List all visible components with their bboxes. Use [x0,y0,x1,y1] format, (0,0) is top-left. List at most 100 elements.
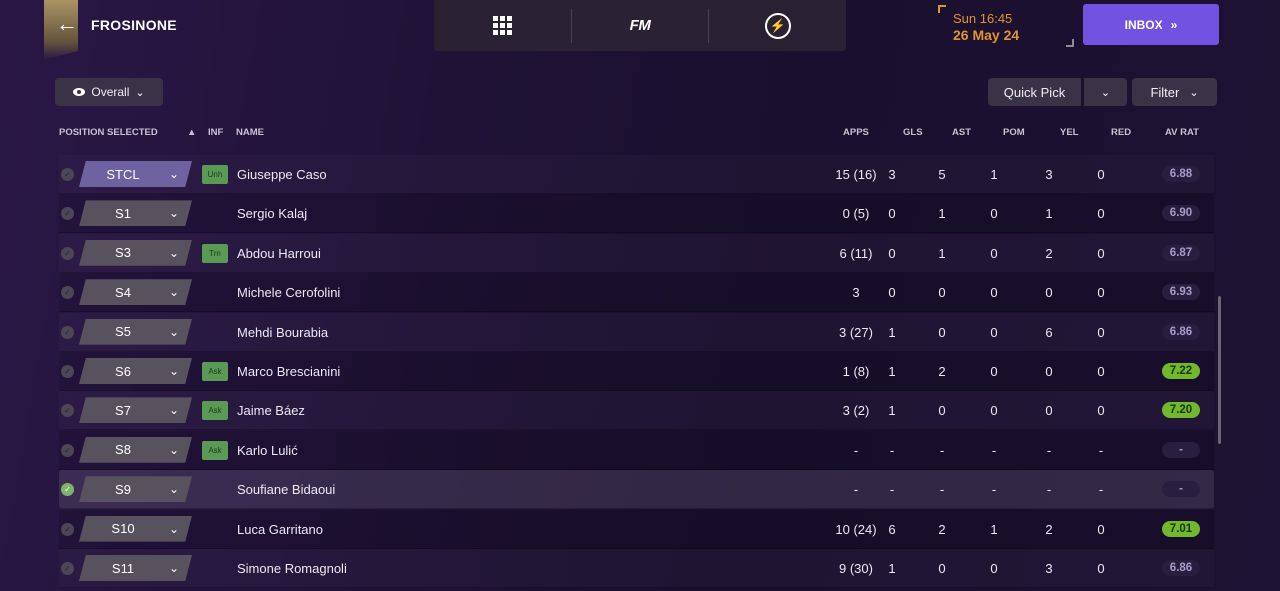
quick-pick-dropdown[interactable]: ⌄ [1084,78,1127,106]
header-pom[interactable]: POM [1003,127,1025,138]
stat-red: 0 [1097,403,1105,419]
top-navigation: FM ⚡ [434,0,846,51]
fm-home-button[interactable]: FM [572,0,709,51]
check-icon[interactable]: ✓ [61,483,74,497]
header-gls[interactable]: GLS [903,127,923,138]
check-icon[interactable]: ✓ [61,207,74,221]
position-dropdown[interactable]: S11 ⌄ [79,555,192,581]
player-name[interactable]: Soufiane Bidaoui [237,482,335,497]
position-dropdown[interactable]: S3 ⌄ [79,239,192,266]
quick-pick-button[interactable]: Quick Pick [988,78,1081,106]
stat-pom: 0 [990,561,998,576]
header-position[interactable]: POSITION SELECTED [59,127,158,138]
header-apps[interactable]: APPS [843,127,869,138]
stat-ast: 2 [938,521,946,537]
position-label: S10 [111,521,135,537]
chevron-down-icon: ⌄ [169,442,180,457]
position-dropdown[interactable]: S6 ⌄ [79,358,192,384]
header-name[interactable]: NAME [236,127,264,138]
filter-label: Filter [1150,84,1180,100]
sort-arrow-icon[interactable]: ▲ [187,127,196,138]
position-dropdown[interactable]: S5 ⌄ [79,318,192,345]
stat-gls: 0 [888,245,896,261]
stat-red: 0 [1097,324,1105,340]
date-time: Sun 16:45 [953,11,1013,26]
bolt-button[interactable]: ⚡ [709,0,846,51]
table-row[interactable]: ✓ S7 ⌄ Ask Jaime Báez 3 (2) 1 0 0 0 0 7.20 [59,391,1214,431]
chevron-down-icon: ⌄ [1100,86,1111,99]
player-name[interactable]: Mehdi Bourabia [237,325,328,340]
table-row[interactable]: ✓ STCL ⌄ Unh Giuseppe Caso 15 (16) 3 5 1 3 0 6.88 [59,155,1214,194]
player-name[interactable]: Luca Garritano [237,522,323,537]
table-row[interactable]: ✓ S9 ⌄ Soufiane Bidaoui - - - - - - - [59,470,1214,510]
stat-ast: 0 [938,403,946,419]
position-dropdown[interactable]: S8 ⌄ [79,436,192,463]
player-name[interactable]: Simone Romagnoli [237,561,347,576]
position-dropdown[interactable]: S7 ⌄ [79,397,192,424]
player-name[interactable]: Karlo Lulić [237,443,298,458]
check-icon[interactable]: ✓ [61,286,74,300]
inbox-button[interactable]: INBOX » [1083,4,1219,45]
table-row[interactable]: ✓ S6 ⌄ Ask Marco Brescianini 1 (8) 1 2 0 0 0 7.22 [59,352,1214,391]
position-dropdown[interactable]: S10 ⌄ [79,515,192,542]
stat-gls: 1 [888,561,896,576]
influence-badge: Ask [202,440,228,460]
table-row[interactable]: ✓ S5 ⌄ Mehdi Bourabia 3 (27) 1 0 0 6 0 6.86 [59,313,1214,352]
corner-decoration [1066,39,1074,47]
table-row[interactable]: ✓ S3 ⌄ Trn Abdou Harroui 6 (11) 0 1 0 2 0 6.87 [59,234,1214,273]
player-name[interactable]: Abdou Harroui [237,246,321,261]
player-name[interactable]: Michele Cerofolini [237,285,340,300]
date-display[interactable]: Sun 16:45 26 May 24 [938,5,1074,47]
header-yel[interactable]: YEL [1060,127,1078,138]
player-name[interactable]: Jaime Báez [237,403,305,418]
chevron-down-icon: ⌄ [135,86,145,99]
grid-icon [492,16,512,35]
check-icon[interactable]: ✓ [61,325,74,339]
stat-pom: 0 [990,245,998,261]
date-day: 26 May 24 [953,27,1020,43]
header-inf[interactable]: INF [208,127,223,138]
stat-yel: 3 [1045,561,1053,576]
filter-button[interactable]: Filter ⌄ [1132,78,1217,106]
header-avrat[interactable]: AV RAT [1165,127,1199,138]
header-ast[interactable]: AST [952,127,971,138]
check-icon[interactable]: ✓ [61,443,74,457]
check-icon[interactable]: ✓ [61,365,74,378]
header-red[interactable]: RED [1111,127,1131,138]
stat-red: - [1098,482,1104,498]
stat-yel: 3 [1045,167,1053,182]
eye-icon [73,88,86,96]
player-name[interactable]: Sergio Kalaj [237,206,307,221]
stat-gls: 3 [888,167,896,182]
check-icon[interactable]: ✓ [61,246,74,260]
average-rating: - [1162,441,1200,458]
table-row[interactable]: ✓ S8 ⌄ Ask Karlo Lulić - - - - - - - [59,430,1214,470]
check-icon[interactable]: ✓ [61,404,74,418]
check-icon[interactable]: ✓ [61,562,74,575]
position-dropdown[interactable]: S1 ⌄ [79,200,192,227]
position-dropdown[interactable]: S9 ⌄ [79,476,192,503]
table-header: POSITION SELECTED ▲ INF NAME APPS GLS AS… [59,124,1214,140]
table-row[interactable]: ✓ S10 ⌄ Luca Garritano 10 (24) 6 2 1 2 0 7.01 [59,509,1214,549]
quick-pick-label: Quick Pick [1003,84,1066,100]
menu-grid-button[interactable] [434,0,571,51]
player-name[interactable]: Giuseppe Caso [237,167,327,182]
table-row[interactable]: ✓ S1 ⌄ Sergio Kalaj 0 (5) 0 1 0 1 0 6.90 [59,194,1214,234]
position-dropdown[interactable]: S4 ⌄ [79,279,192,306]
view-selector[interactable]: Overall ⌄ [55,78,163,106]
back-arrow-icon[interactable]: ← [56,12,80,36]
check-icon[interactable]: ✓ [61,168,74,181]
stat-red: 0 [1097,364,1105,379]
stat-yel: 1 [1045,206,1053,222]
position-label: S3 [115,245,131,261]
table-row[interactable]: ✓ S4 ⌄ Michele Cerofolini 3 0 0 0 0 0 6.93 [59,273,1214,313]
player-name[interactable]: Marco Brescianini [237,364,340,379]
table-row[interactable]: ✓ S11 ⌄ Simone Romagnoli 9 (30) 1 0 0 3 0 6.86 [59,549,1214,588]
stat-pom: 0 [990,285,998,301]
check-icon[interactable]: ✓ [61,522,74,536]
stat-yel: - [1046,442,1052,458]
position-dropdown[interactable]: STCL ⌄ [79,161,192,187]
scrollbar[interactable] [1218,296,1221,444]
club-name: FROSINONE [91,17,177,33]
stat-yel: 2 [1045,245,1053,261]
